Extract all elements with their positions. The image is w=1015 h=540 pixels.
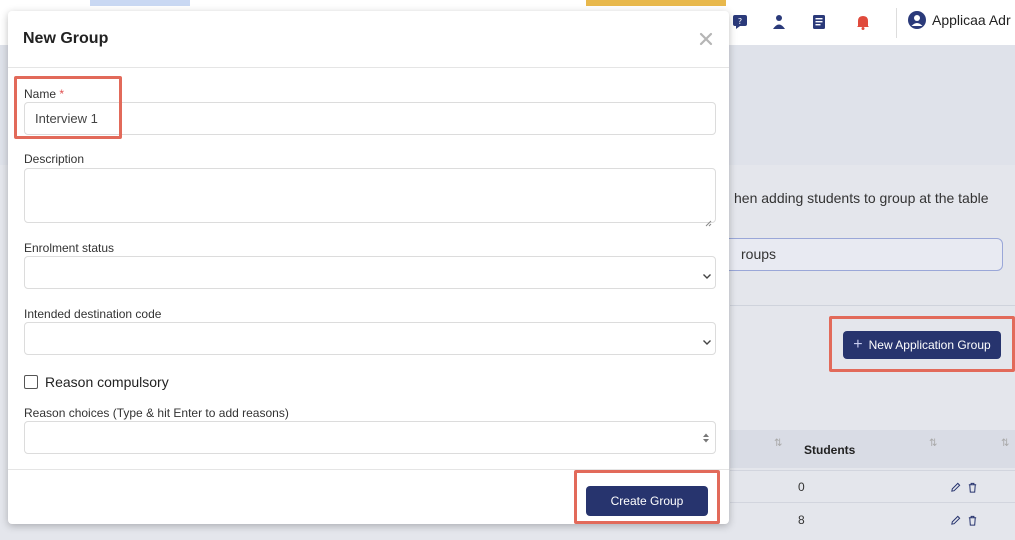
name-input[interactable]: Interview 1 bbox=[24, 102, 716, 135]
highlight-create-group bbox=[574, 470, 720, 524]
row-actions bbox=[950, 513, 978, 531]
row-actions bbox=[950, 480, 978, 498]
user-menu[interactable]: Applicaa Adr bbox=[908, 11, 1011, 29]
new-group-modal: New Group Name * Interview 1 Description… bbox=[8, 11, 729, 524]
topbar-divider bbox=[896, 8, 897, 38]
edit-icon[interactable] bbox=[950, 513, 961, 531]
description-textarea[interactable] bbox=[24, 168, 716, 223]
chevron-down-icon bbox=[702, 268, 712, 279]
document-icon[interactable] bbox=[809, 12, 829, 32]
user-upload-icon[interactable] bbox=[769, 12, 789, 32]
close-button[interactable] bbox=[696, 30, 716, 50]
students-count: 0 bbox=[798, 480, 805, 494]
edit-icon[interactable] bbox=[950, 480, 961, 498]
bell-icon[interactable] bbox=[853, 12, 873, 32]
reason-compulsory-label[interactable]: Reason compulsory bbox=[45, 374, 169, 390]
chat-icon[interactable]: ? bbox=[730, 12, 750, 32]
sort-icon[interactable]: ⇅ bbox=[774, 438, 782, 449]
reason-choices-input[interactable] bbox=[24, 421, 716, 454]
tab-accent-orange bbox=[586, 0, 726, 6]
delete-icon[interactable] bbox=[967, 480, 978, 498]
reason-choices-label: Reason choices (Type & hit Enter to add … bbox=[24, 406, 289, 420]
section-divider bbox=[730, 305, 1015, 306]
tab-accent-blue bbox=[90, 0, 190, 6]
students-count: 8 bbox=[798, 513, 805, 527]
reason-compulsory-checkbox[interactable] bbox=[24, 375, 38, 389]
sort-icon[interactable]: ⇅ bbox=[929, 438, 937, 449]
resize-grip-icon[interactable] bbox=[705, 214, 712, 232]
table-header bbox=[730, 430, 1015, 468]
intended-destination-label: Intended destination code bbox=[24, 307, 162, 321]
spinner-arrows-icon[interactable] bbox=[702, 431, 710, 449]
chevron-down-icon bbox=[702, 334, 712, 345]
close-icon bbox=[699, 32, 713, 49]
highlight-name-field bbox=[14, 76, 122, 139]
sort-icon[interactable]: ⇅ bbox=[1001, 438, 1009, 449]
highlight-new-application-group bbox=[829, 316, 1015, 372]
enrolment-status-label: Enrolment status bbox=[24, 241, 115, 255]
enrolment-status-select[interactable] bbox=[24, 256, 716, 289]
intended-destination-select[interactable] bbox=[24, 322, 716, 355]
column-header-students[interactable]: Students bbox=[804, 443, 855, 457]
user-avatar-icon bbox=[908, 11, 926, 29]
delete-icon[interactable] bbox=[967, 513, 978, 531]
svg-text:?: ? bbox=[738, 17, 742, 26]
modal-title: New Group bbox=[23, 30, 109, 47]
user-name: Applicaa Adr bbox=[932, 12, 1011, 28]
modal-header: New Group bbox=[8, 11, 729, 68]
group-search-input[interactable]: roups bbox=[700, 238, 1003, 271]
instruction-text: hen adding students to group at the tabl… bbox=[734, 190, 989, 206]
description-label: Description bbox=[24, 152, 85, 166]
